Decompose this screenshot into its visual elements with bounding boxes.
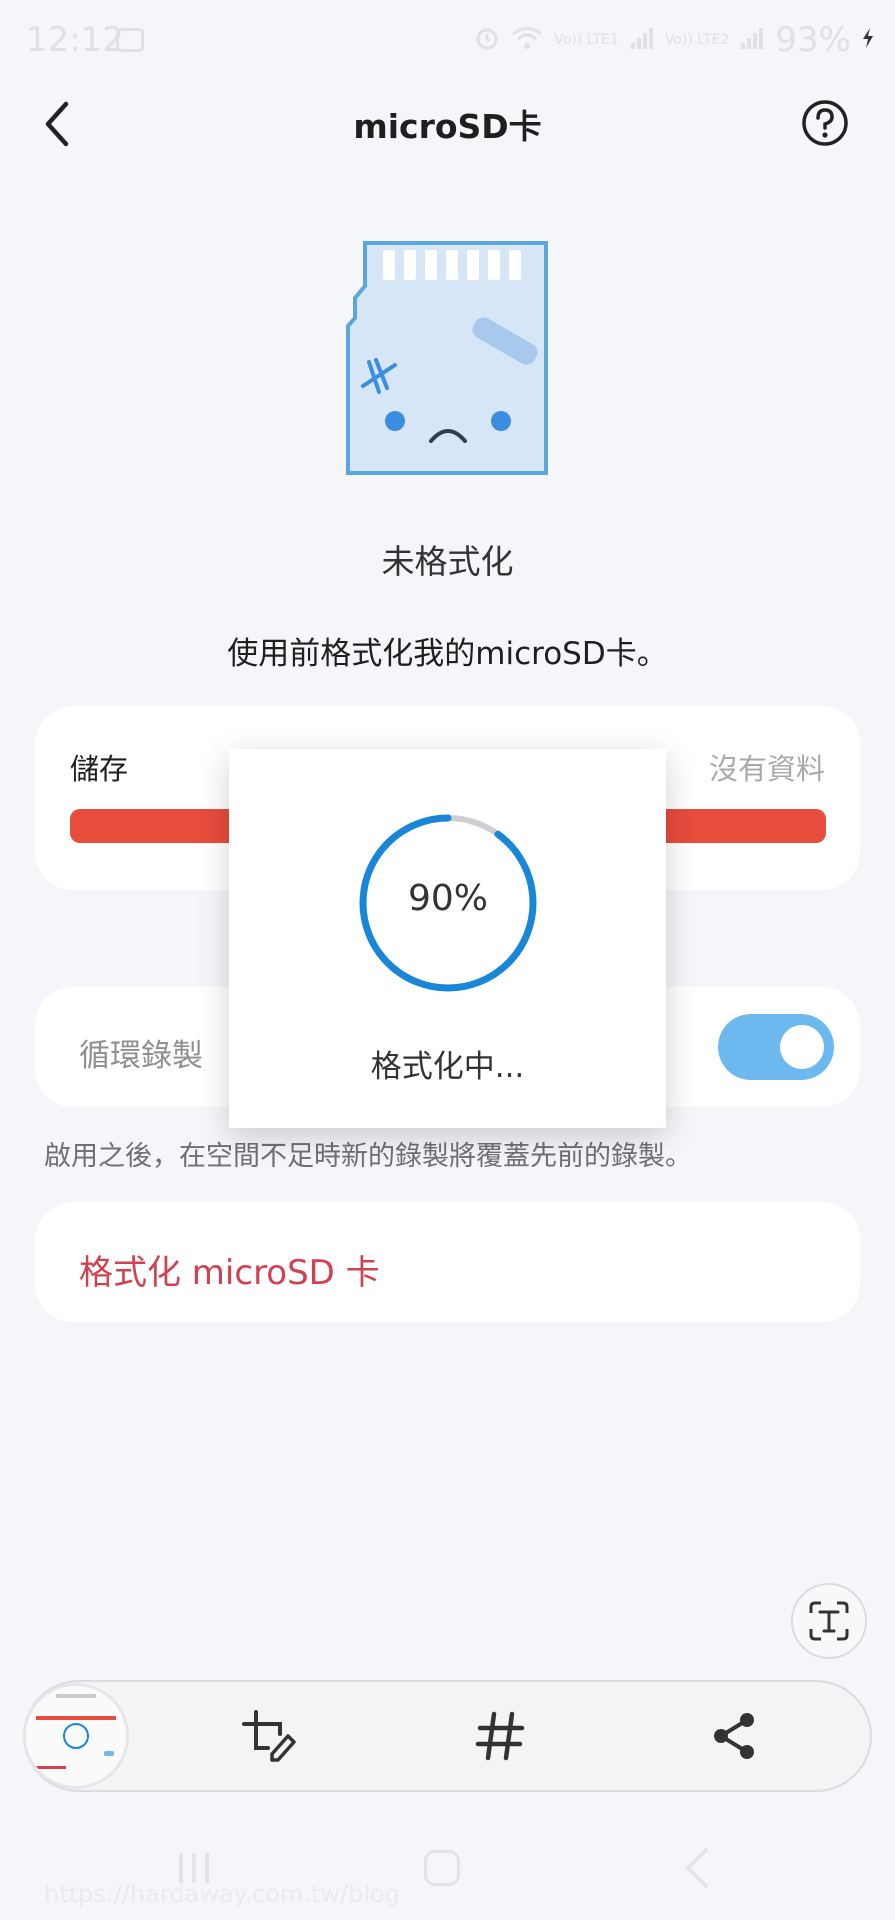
signal-icon-1 xyxy=(629,25,655,55)
status-icons: Vo)) LTE1 Vo)) LTE2 93% xyxy=(474,20,875,60)
battery-level: 93% xyxy=(775,20,851,60)
text-scan-icon xyxy=(809,1601,849,1641)
network-label-1: Vo)) LTE1 xyxy=(554,32,619,48)
help-button[interactable] xyxy=(800,98,850,148)
question-circle-icon xyxy=(802,100,848,146)
crop-edit-icon xyxy=(242,1710,296,1762)
formatting-message: 格式化中... xyxy=(370,1049,525,1085)
crop-edit-button[interactable] xyxy=(238,1706,298,1766)
gallery-notification-icon xyxy=(116,28,144,52)
hashtag-button[interactable] xyxy=(470,1706,530,1766)
extract-text-button[interactable] xyxy=(791,1583,867,1659)
screenshot-thumbnail[interactable] xyxy=(23,1683,129,1789)
page-title: microSD卡 xyxy=(353,107,542,146)
loop-recording-description: 啟用之後，在空間不足時新的錄製將覆蓋先前的錄製。 xyxy=(44,1141,692,1172)
network-label-2: Vo)) LTE2 xyxy=(664,32,730,48)
wifi-icon xyxy=(510,25,544,55)
loop-recording-label: 循環錄製 xyxy=(79,1038,203,1074)
progress-percent: 90% xyxy=(407,878,488,919)
signal-icon-2 xyxy=(739,25,765,55)
watermark: https://hardaway.com.tw/blog xyxy=(44,1880,400,1908)
storage-value: 沒有資料 xyxy=(708,752,825,786)
home-button[interactable] xyxy=(424,1850,460,1886)
storage-label: 儲存 xyxy=(70,752,129,786)
sd-card-sad-icon xyxy=(343,238,553,483)
status-time: 12:12 xyxy=(26,20,124,60)
format-hint: 使用前格式化我的microSD卡。 xyxy=(227,636,668,672)
charging-icon xyxy=(861,27,875,53)
hashtag-icon xyxy=(475,1711,525,1761)
nav-back-icon xyxy=(685,1848,708,1888)
format-sd-label: 格式化 microSD 卡 xyxy=(79,1253,380,1293)
card-status: 未格式化 xyxy=(381,542,514,581)
share-icon xyxy=(714,1713,754,1759)
alarm-icon xyxy=(474,25,500,55)
share-button[interactable] xyxy=(705,1706,765,1766)
toggle-knob xyxy=(780,1025,824,1069)
nav-back-button[interactable] xyxy=(682,1846,712,1894)
